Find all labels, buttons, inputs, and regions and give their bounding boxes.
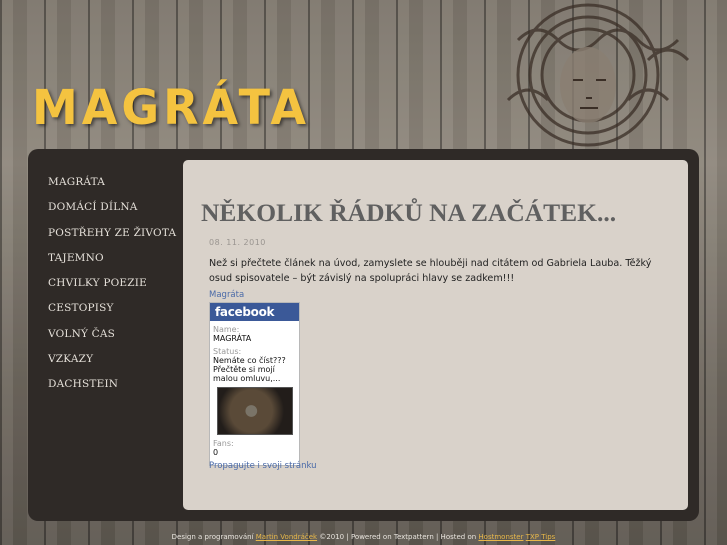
nav-item-cestopisy[interactable]: CESTOPISY [48,302,176,327]
fb-status-value: Nemáte co číst???Přečtěte si mojí malou … [213,356,286,383]
fb-fans-label: Fans: [213,439,234,448]
promote-page-link[interactable]: Propagujte i svoji stránku [209,461,317,471]
article-date: 08. 11. 2010 [209,238,266,247]
footer-host-link[interactable]: Hostmonster [478,533,523,541]
nav-item-volny-cas[interactable]: VOLNÝ ČAS [48,328,176,353]
footer-text-design: Design a programování [171,533,256,541]
fb-name-label: Name: [213,325,240,334]
fb-status-label: Status: [213,347,242,356]
footer-author-link[interactable]: Martin Vondráček [256,533,317,541]
fb-fans-value: 0 [213,448,219,457]
nav-item-tajemno[interactable]: TAJEMNO [48,252,176,277]
footer-text-powered: ©2010 | Powered on Textpattern | Hosted … [317,533,479,541]
facebook-badge[interactable]: facebook Name: MAGRÁTA Status: Nemáte co… [209,302,300,466]
footer: Design a programování Martin Vondráček ©… [0,533,727,541]
facebook-page-link[interactable]: Magráta [209,290,244,300]
fb-name-value: MAGRÁTA [213,334,252,343]
header-portrait-image [506,3,690,147]
article-title[interactable]: NĚKOLIK ŘÁDKŮ NA ZAČÁTEK... [201,198,616,228]
nav-item-dachstein[interactable]: DACHSTEIN [48,378,176,403]
footer-tips-link[interactable]: TXP Tips [526,533,556,541]
site-logo[interactable]: MAGRÁTA [32,79,310,136]
nav-item-chvilky-poezie[interactable]: CHVILKY POEZIE [48,277,176,302]
fb-profile-image [217,387,293,435]
nav-item-magrata[interactable]: MAGRÁTA [48,176,176,201]
nav-item-postrehy[interactable]: POSTŘEHY ZE ŽIVOTA [48,227,176,252]
main-nav: MAGRÁTA DOMÁCÍ DÍLNA POSTŘEHY ZE ŽIVOTA … [48,176,176,404]
article-body: Než si přečtete článek na úvod, zamyslet… [209,258,652,284]
article-content: NĚKOLIK ŘÁDKŮ NA ZAČÁTEK... 08. 11. 2010… [183,160,688,510]
nav-item-domaci-dilna[interactable]: DOMÁCÍ DÍLNA [48,201,176,226]
facebook-logo: facebook [210,303,299,321]
nav-item-vzkazy[interactable]: VZKAZY [48,353,176,378]
